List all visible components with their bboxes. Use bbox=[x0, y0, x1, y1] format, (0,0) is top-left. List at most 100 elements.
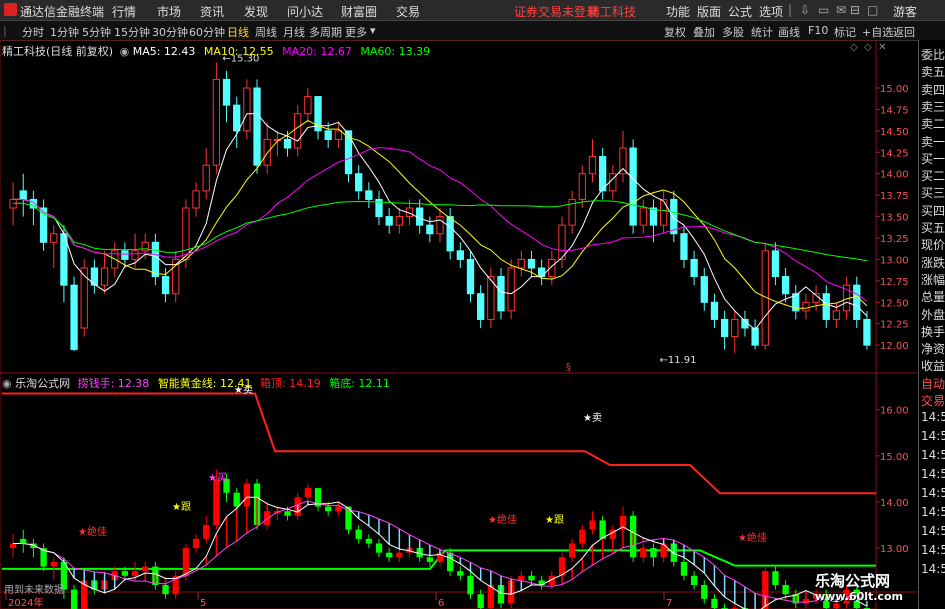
candle-body bbox=[670, 198, 678, 235]
candle-body bbox=[121, 250, 129, 260]
price-tick-label: 15.00 bbox=[880, 84, 909, 95]
price-annotation: ←15.30 bbox=[222, 53, 259, 64]
maximize-icon[interactable]: □ bbox=[867, 3, 878, 17]
candle-body bbox=[426, 224, 434, 235]
indicator-body bbox=[660, 543, 667, 558]
section-marker: § bbox=[566, 362, 571, 373]
period-30min[interactable]: 30分钟 bbox=[152, 24, 188, 40]
indicator-body bbox=[50, 561, 57, 567]
indicator-body bbox=[579, 529, 586, 544]
candle-body bbox=[253, 87, 261, 166]
indicator-body bbox=[528, 575, 535, 581]
candle-body bbox=[822, 293, 830, 320]
candle-body bbox=[680, 233, 688, 260]
candle-body bbox=[832, 310, 841, 320]
menu-news[interactable]: 资讯 bbox=[200, 3, 224, 20]
candle-body bbox=[751, 327, 759, 346]
tool-add-favorite[interactable]: +自选 bbox=[862, 24, 893, 40]
candle-body bbox=[537, 267, 546, 278]
candle-body bbox=[497, 276, 505, 312]
side-panel-label: 交易 bbox=[921, 394, 945, 408]
indicator-tick-label: 13.00 bbox=[880, 544, 909, 555]
indicator-body bbox=[203, 525, 210, 539]
period-60min[interactable]: 60分钟 bbox=[189, 24, 225, 40]
period-multi[interactable]: 多周期 bbox=[309, 24, 342, 40]
menu-quotes[interactable]: 行情 bbox=[112, 3, 136, 20]
tick-time-label: 14:5 bbox=[921, 543, 945, 557]
trade-login-notice[interactable]: 证券交易未登录 bbox=[514, 3, 598, 20]
tick-time-label: 14:5 bbox=[921, 467, 945, 481]
mail-icon[interactable]: ✉ bbox=[836, 3, 846, 17]
period-5min[interactable]: 5分钟 bbox=[82, 24, 111, 40]
period-intraday[interactable]: 分时 bbox=[22, 24, 44, 40]
menu-wealth[interactable]: 财富圈 bbox=[341, 3, 377, 20]
menu-function[interactable]: 功能 bbox=[666, 3, 690, 20]
tool-restore-rights[interactable]: 复权 bbox=[664, 24, 686, 40]
menu-discover[interactable]: 发现 bbox=[244, 3, 268, 20]
menu-market[interactable]: 市场 bbox=[157, 3, 181, 20]
indicator-body bbox=[70, 589, 78, 609]
quote-side-panel: 委比 卖五 卖四 卖三 卖二 卖一 买一 买二 买三 买四 买五 现价 涨跌 涨幅 总量 外盘 换手 净资 收益 自动… bbox=[918, 40, 945, 609]
signal-annotation: ★绝佳 bbox=[78, 525, 107, 538]
time-tick-label: 6 bbox=[438, 598, 444, 609]
indicator-body bbox=[690, 575, 698, 585]
indicator-body bbox=[396, 552, 403, 558]
indicator-body bbox=[386, 552, 393, 558]
period-weekly[interactable]: 周线 bbox=[255, 24, 277, 40]
candle-body bbox=[527, 258, 536, 269]
candle-body bbox=[324, 130, 332, 140]
time-tick-label: 7 bbox=[666, 598, 672, 609]
menu-layout[interactable]: 版面 bbox=[697, 3, 721, 20]
price-annotation: ←11.91 bbox=[659, 355, 696, 366]
period-more[interactable]: 更多 bbox=[345, 24, 367, 40]
signal-annotation: ★卖 bbox=[583, 412, 602, 424]
tool-mark[interactable]: 标记 bbox=[834, 24, 856, 40]
chat-icon[interactable]: ▭ bbox=[818, 3, 829, 17]
price-tick-label: 13.00 bbox=[880, 255, 909, 266]
indicator-body bbox=[833, 603, 840, 609]
tool-draw-line[interactable]: 画线 bbox=[778, 24, 800, 40]
side-panel-label: 买四 bbox=[921, 203, 945, 218]
period-1min[interactable]: 1分钟 bbox=[50, 24, 79, 40]
period-daily[interactable]: 日线 bbox=[227, 24, 249, 40]
side-panel-label: 涨跌 bbox=[921, 255, 945, 270]
indicator-body bbox=[162, 585, 169, 595]
candle-body bbox=[558, 224, 566, 260]
side-panel-label: 委比 bbox=[921, 48, 945, 62]
candle-body bbox=[365, 190, 373, 200]
menu-options[interactable]: 选项 bbox=[759, 3, 783, 20]
side-panel-label: 外盘 bbox=[921, 307, 945, 322]
down-arrow-icon[interactable]: ⇩ bbox=[800, 3, 810, 17]
title-bar: 通达信金融终端 行情 市场 资讯 发现 问小达 财富圈 交易 证券交易未登录 精… bbox=[0, 0, 945, 21]
stock-chart[interactable]: ★卖 ★卖 ★买 ★跟 ★跟 ★绝佳 ★绝佳 ★绝佳 15.00 14.75 14.50 14.25… bbox=[0, 40, 918, 609]
menu-trade[interactable]: 交易 bbox=[396, 3, 420, 20]
time-tick-label: 2024年 bbox=[8, 596, 43, 609]
menu-xiaoda[interactable]: 问小达 bbox=[287, 3, 323, 20]
side-panel-label: 买三 bbox=[921, 186, 945, 201]
candle-body bbox=[416, 207, 424, 226]
period-15min[interactable]: 15分钟 bbox=[114, 24, 150, 40]
indicator-body bbox=[335, 506, 342, 512]
period-more-dropdown-icon[interactable]: ▾ bbox=[370, 24, 376, 37]
indicator-body bbox=[213, 478, 220, 526]
tool-f10[interactable]: F10 bbox=[808, 24, 828, 37]
side-panel-label: 总量 bbox=[921, 290, 945, 305]
current-stock-name: 精工科技 bbox=[588, 5, 637, 19]
indicator-body bbox=[589, 520, 596, 530]
period-monthly[interactable]: 月线 bbox=[283, 24, 305, 40]
price-tick-label: 12.00 bbox=[880, 341, 909, 352]
price-tick-label: 13.25 bbox=[880, 234, 909, 245]
menu-formula[interactable]: 公式 bbox=[728, 3, 752, 20]
tool-statistics[interactable]: 统计 bbox=[751, 24, 773, 40]
tick-time-label: 14:5 bbox=[921, 410, 945, 424]
tool-multi-stock[interactable]: 多股 bbox=[722, 24, 744, 40]
side-panel-label: 买二 bbox=[921, 169, 945, 184]
tool-overlay[interactable]: 叠加 bbox=[693, 24, 715, 40]
app-logo-icon bbox=[4, 3, 17, 16]
hide-icon[interactable]: ⊟ bbox=[850, 3, 860, 17]
tool-back[interactable]: 返回 bbox=[893, 24, 915, 40]
indicator-body bbox=[467, 575, 474, 595]
indicator-body bbox=[284, 511, 291, 516]
tick-time-label: 14:5 bbox=[921, 486, 945, 500]
guest-label[interactable]: 游客 bbox=[893, 3, 917, 20]
